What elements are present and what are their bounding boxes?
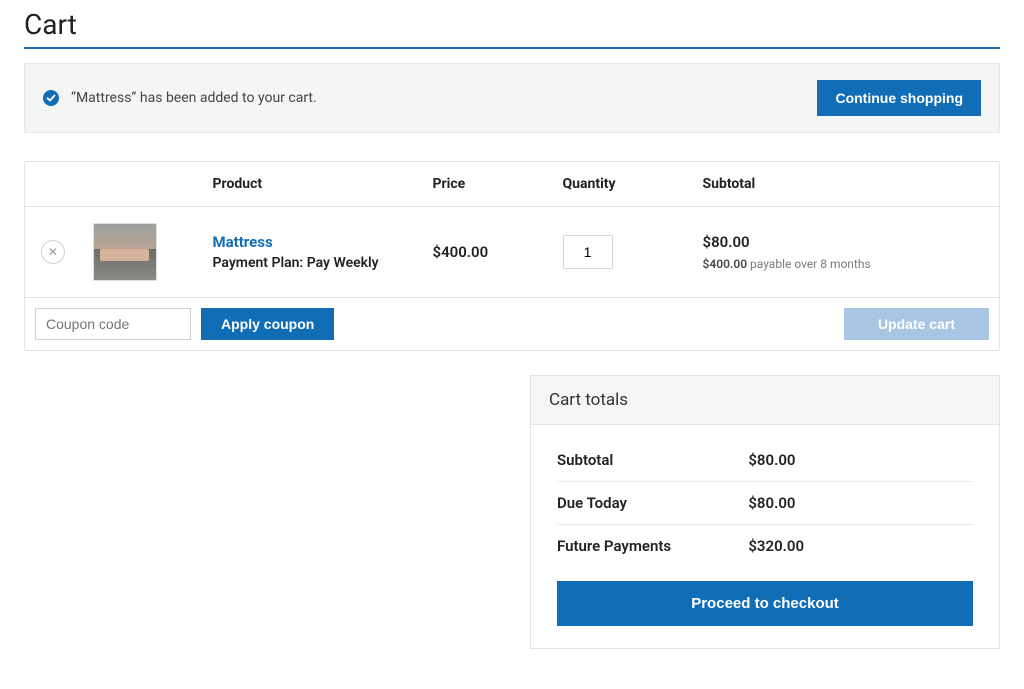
update-cart-button[interactable]: Update cart — [844, 308, 989, 340]
totals-future-label: Future Payments — [557, 537, 748, 555]
col-header-quantity: Quantity — [551, 162, 691, 207]
item-subtotal-note-text: payable over 8 months — [750, 257, 871, 271]
item-subtotal-note-amount: $400.00 — [703, 257, 748, 271]
product-plan: Payment Plan: Pay Weekly — [213, 255, 409, 271]
apply-coupon-button[interactable]: Apply coupon — [201, 308, 334, 340]
totals-row-due-today: Due Today $80.00 — [557, 482, 973, 525]
coupon-code-input[interactable] — [35, 308, 191, 340]
quantity-input[interactable] — [563, 235, 613, 269]
continue-shopping-button[interactable]: Continue shopping — [817, 80, 981, 116]
check-circle-icon — [43, 90, 59, 106]
title-divider — [24, 47, 1000, 49]
cart-table: Product Price Quantity Subtotal ✕ Mattre… — [24, 161, 1000, 351]
col-header-price: Price — [421, 162, 551, 207]
cart-actions-row: Apply coupon Update cart — [25, 298, 1000, 351]
product-name-link[interactable]: Mattress — [213, 233, 409, 251]
cart-totals-card: Cart totals Subtotal $80.00 Due Today $8… — [530, 375, 1000, 649]
col-header-subtotal: Subtotal — [691, 162, 1000, 207]
col-header-thumbnail — [81, 162, 201, 207]
totals-subtotal-label: Subtotal — [557, 451, 748, 469]
totals-row-subtotal: Subtotal $80.00 — [557, 439, 973, 482]
item-price: $400.00 — [433, 243, 489, 261]
close-icon: ✕ — [48, 241, 58, 263]
item-subtotal: $80.00 — [703, 233, 988, 251]
totals-subtotal-value: $80.00 — [748, 451, 795, 469]
cart-totals-title: Cart totals — [531, 376, 999, 425]
totals-row-future: Future Payments $320.00 — [557, 525, 973, 567]
remove-item-button[interactable]: ✕ — [41, 240, 65, 264]
col-header-remove — [25, 162, 81, 207]
product-plan-value: Pay Weekly — [307, 255, 379, 271]
col-header-product: Product — [201, 162, 421, 207]
notice-message: “Mattress” has been added to your cart. — [71, 90, 317, 106]
product-plan-label: Payment Plan: — [213, 255, 304, 271]
page-title: Cart — [24, 8, 1000, 41]
cart-row: ✕ Mattress Payment Plan: Pay Weekly $400… — [25, 207, 1000, 298]
cart-notice: “Mattress” has been added to your cart. … — [24, 63, 1000, 133]
product-thumbnail[interactable] — [93, 223, 157, 281]
totals-due-today-label: Due Today — [557, 494, 748, 512]
item-subtotal-note: $400.00 payable over 8 months — [703, 257, 988, 271]
totals-due-today-value: $80.00 — [748, 494, 795, 512]
proceed-to-checkout-button[interactable]: Proceed to checkout — [557, 581, 973, 626]
totals-future-value: $320.00 — [748, 537, 804, 555]
